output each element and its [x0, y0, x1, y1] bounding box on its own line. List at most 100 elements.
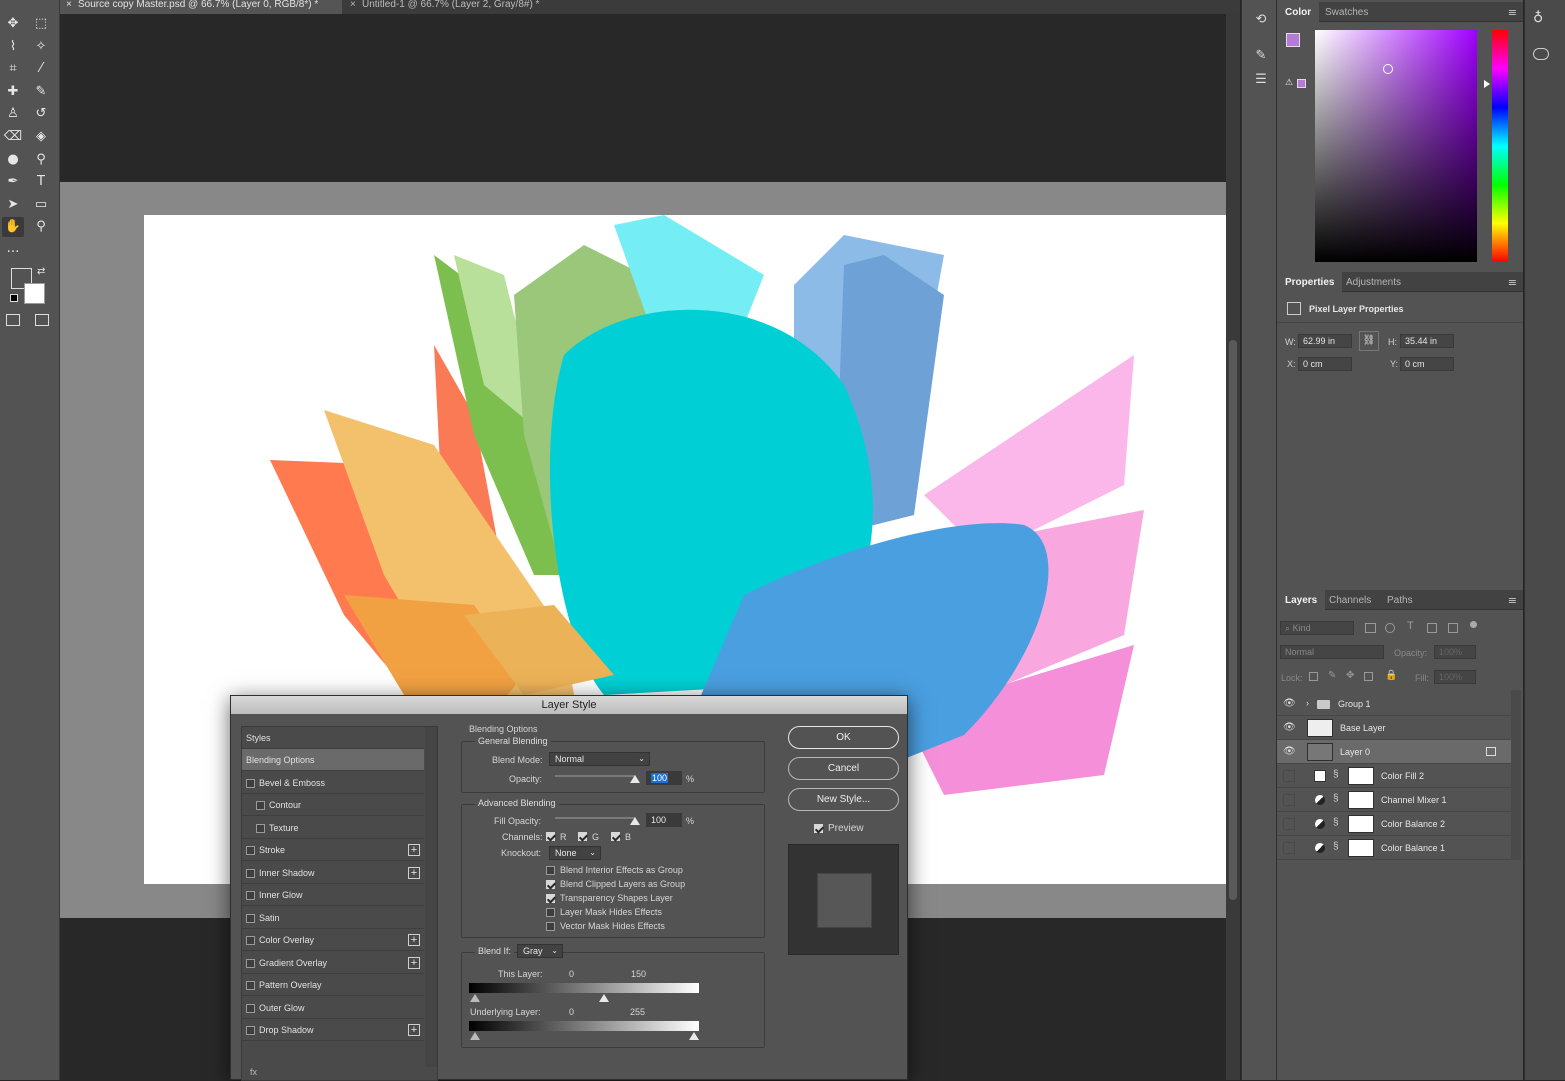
- lasso-tool[interactable]: ⌇: [2, 37, 24, 57]
- color-foreground-chip[interactable]: [1286, 33, 1300, 47]
- fx-menu-icon[interactable]: fx: [250, 1067, 257, 1077]
- channel-r-checkbox[interactable]: [546, 832, 555, 841]
- layer-row-group-1[interactable]: 👁 › Group 1: [1277, 692, 1511, 716]
- x-field[interactable]: 0 cm: [1298, 357, 1352, 371]
- lock-position-icon[interactable]: ✥: [1346, 670, 1354, 681]
- opacity-field[interactable]: 100: [646, 771, 682, 785]
- layer-row-layer-0[interactable]: 👁 Layer 0: [1277, 740, 1511, 764]
- style-row-pattern-overlay[interactable]: Pattern Overlay: [242, 974, 424, 996]
- styles-scrollbar[interactable]: [425, 727, 437, 1067]
- eye-icon[interactable]: 👁: [1283, 698, 1296, 710]
- zoom-tool[interactable]: ⚲: [30, 217, 52, 237]
- panel-menu-icon[interactable]: ≡: [1508, 594, 1517, 607]
- dodge-tool[interactable]: ⚲: [30, 150, 52, 170]
- tab-properties[interactable]: Properties: [1277, 272, 1343, 292]
- layer-row-base-layer[interactable]: 👁 Base Layer: [1277, 716, 1511, 740]
- filter-pixel-icon[interactable]: [1365, 623, 1376, 633]
- pen-tool[interactable]: ✒: [2, 172, 24, 192]
- eye-icon[interactable]: 👁: [1283, 746, 1296, 758]
- add-style-icon[interactable]: +: [408, 844, 420, 856]
- cancel-button[interactable]: Cancel: [788, 757, 899, 780]
- style-row-satin[interactable]: Satin: [242, 907, 424, 929]
- style-checkbox[interactable]: [246, 1026, 255, 1035]
- crop-tool[interactable]: ⌗: [2, 59, 24, 79]
- document-tab-source[interactable]: × Source copy Master.psd @ 66.7% (Layer 0…: [60, 0, 342, 14]
- eye-icon[interactable]: 👁: [1283, 722, 1296, 734]
- hue-slider[interactable]: [1492, 30, 1508, 262]
- blend-mode-select[interactable]: Normal ⌄: [549, 752, 650, 766]
- filter-shape-icon[interactable]: [1427, 623, 1437, 633]
- option-checkbox-blend-interior-effects-as-group[interactable]: [546, 866, 555, 875]
- opacity-slider-handle[interactable]: [630, 775, 640, 783]
- style-row-stroke[interactable]: Stroke +: [242, 839, 424, 861]
- channel-b-checkbox[interactable]: [611, 832, 620, 841]
- scrollbar-thumb[interactable]: [1229, 340, 1237, 900]
- visibility-toggle[interactable]: [1283, 794, 1295, 806]
- close-icon[interactable]: ×: [350, 0, 356, 10]
- document-tab-untitled[interactable]: × Untitled-1 @ 66.7% (Layer 2, Gray/8#) *: [344, 0, 564, 14]
- libraries-icon[interactable]: [1533, 48, 1549, 60]
- style-checkbox[interactable]: [246, 891, 255, 900]
- tab-layers[interactable]: Layers: [1277, 590, 1326, 610]
- chevron-right-icon[interactable]: ›: [1306, 698, 1309, 708]
- blend-if-select[interactable]: Gray ⌄: [517, 944, 563, 958]
- gamut-warning-icon[interactable]: ⚠: [1285, 78, 1293, 88]
- fill-opacity-field[interactable]: 100: [646, 813, 682, 827]
- eraser-tool[interactable]: ⌫: [2, 127, 24, 147]
- adjustments-icon[interactable]: ☰: [1251, 70, 1271, 90]
- layer-row-color-balance-1[interactable]: § Color Balance 1: [1277, 836, 1511, 860]
- style-row-color-overlay[interactable]: Color Overlay +: [242, 929, 424, 951]
- marquee-tool[interactable]: ⬚: [30, 14, 52, 34]
- tab-paths[interactable]: Paths: [1379, 590, 1421, 610]
- lock-all-icon[interactable]: 🔒: [1385, 670, 1397, 681]
- style-checkbox[interactable]: [256, 801, 265, 810]
- dialog-title[interactable]: Layer Style: [231, 696, 907, 714]
- rectangle-tool[interactable]: ▭: [30, 195, 52, 215]
- more-tools[interactable]: …: [2, 239, 24, 259]
- preview-checkbox[interactable]: [814, 824, 823, 833]
- channel-g-checkbox[interactable]: [578, 832, 587, 841]
- style-checkbox[interactable]: [246, 958, 255, 968]
- panel-menu-icon[interactable]: ≡: [1508, 276, 1517, 289]
- brush-settings-icon[interactable]: ✎: [1251, 46, 1271, 66]
- filter-type-icon[interactable]: T: [1407, 620, 1414, 632]
- style-checkbox[interactable]: [256, 823, 265, 833]
- color-field[interactable]: [1315, 30, 1477, 262]
- fill-opacity-slider-handle[interactable]: [630, 817, 640, 825]
- brush-tool[interactable]: ✎: [30, 82, 52, 102]
- knockout-select[interactable]: None ⌄: [549, 846, 601, 860]
- lock-transparent-icon[interactable]: [1309, 672, 1318, 681]
- add-style-icon[interactable]: +: [408, 1024, 420, 1036]
- learn-icon[interactable]: ♁: [1533, 10, 1543, 26]
- style-row-inner-glow[interactable]: Inner Glow: [242, 884, 424, 906]
- height-field[interactable]: 35.44 in: [1400, 334, 1454, 348]
- styles-header[interactable]: Styles: [242, 727, 424, 749]
- option-checkbox-transparency-shapes-layer[interactable]: [546, 894, 555, 903]
- style-checkbox[interactable]: [246, 778, 255, 788]
- link-icon[interactable]: ⛓: [1359, 331, 1379, 351]
- y-field[interactable]: 0 cm: [1400, 357, 1454, 371]
- layer-opacity-field[interactable]: 100%: [1434, 645, 1476, 659]
- style-row-drop-shadow[interactable]: Drop Shadow +: [242, 1019, 424, 1041]
- visibility-toggle[interactable]: [1283, 770, 1295, 782]
- add-style-icon[interactable]: +: [408, 956, 420, 969]
- style-checkbox[interactable]: [246, 913, 255, 923]
- style-checkbox[interactable]: [246, 1003, 255, 1013]
- layer-style-indicator-icon[interactable]: [1486, 747, 1496, 756]
- swap-colors-icon[interactable]: ⇄: [37, 266, 45, 277]
- history-icon[interactable]: ⟲: [1251, 10, 1271, 30]
- layer-blend-mode[interactable]: Normal: [1280, 645, 1384, 659]
- style-row-blending-options[interactable]: Blending Options: [242, 749, 424, 771]
- eyedropper-tool[interactable]: ⁄: [30, 59, 52, 79]
- layers-scrollbar[interactable]: [1511, 690, 1521, 860]
- style-checkbox[interactable]: [246, 981, 255, 990]
- add-style-icon[interactable]: +: [408, 866, 420, 879]
- close-icon[interactable]: ×: [66, 0, 72, 10]
- stamp-tool[interactable]: ♙: [2, 104, 24, 124]
- underlying-high-handle[interactable]: [689, 1032, 699, 1040]
- layer-row-channel-mixer-1[interactable]: § Channel Mixer 1: [1277, 788, 1511, 812]
- option-checkbox-vector-mask-hides-effects[interactable]: [546, 922, 555, 931]
- width-field[interactable]: 62.99 in: [1298, 334, 1352, 348]
- layer-row-color-balance-2[interactable]: § Color Balance 2: [1277, 812, 1511, 836]
- layer-fill-field[interactable]: 100%: [1434, 670, 1476, 684]
